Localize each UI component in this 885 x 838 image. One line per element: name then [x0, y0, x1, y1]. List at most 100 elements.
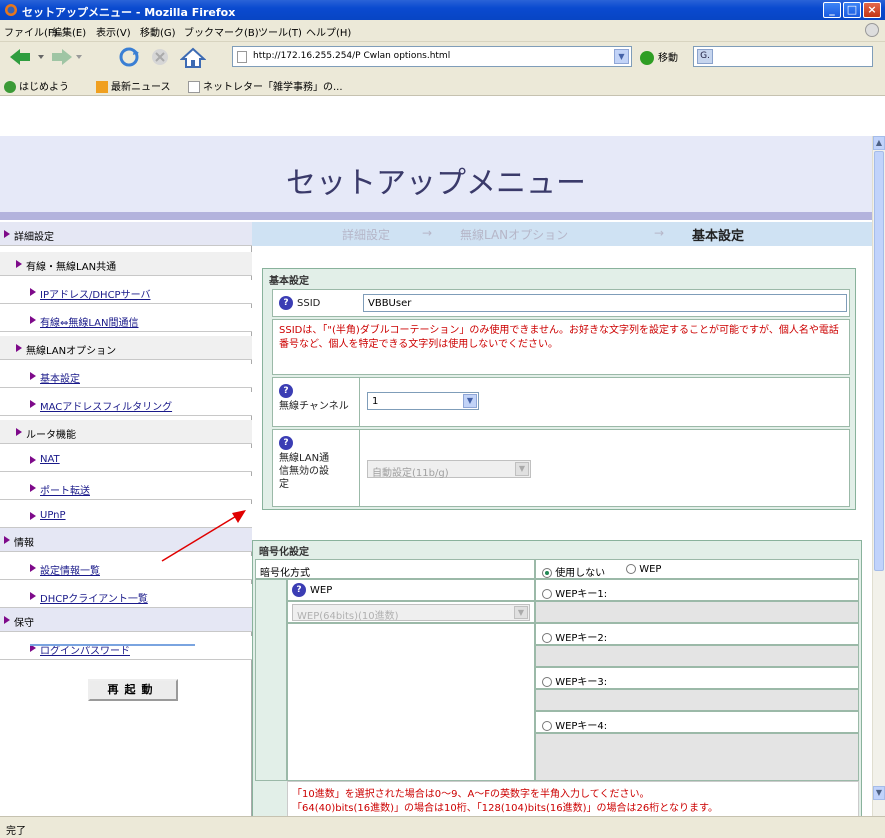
radio-icon	[542, 677, 552, 687]
triangle-icon	[30, 484, 36, 492]
back-arrow-icon[interactable]	[8, 47, 48, 67]
help-icon[interactable]: ?	[279, 296, 293, 310]
chevron-down-icon: ▼	[515, 462, 529, 476]
url-dropdown-icon[interactable]: ▼	[614, 49, 629, 64]
chevron-down-icon: ▼	[514, 606, 528, 619]
stop-icon[interactable]	[150, 47, 170, 67]
page-title: セットアップメニュー	[286, 166, 586, 201]
ssid-input[interactable]: VBBUser	[363, 294, 847, 312]
radio-icon	[626, 564, 636, 574]
breadcrumb: 詳細設定 → 無線LANオプション → 基本設定	[252, 222, 872, 246]
scroll-down-icon[interactable]: ▼	[873, 786, 885, 800]
minimize-button[interactable]: _	[823, 2, 841, 18]
cell-divider	[359, 430, 360, 506]
wep-key3-radio[interactable]: WEPキー3:	[542, 673, 607, 688]
menu-tools[interactable]: ツール(T)	[258, 24, 302, 39]
ssid-note: SSIDは、「"(半角)ダブルコーテーション」のみ使用できません。お好きな文字列…	[279, 325, 839, 350]
help-icon[interactable]: ?	[279, 436, 293, 450]
triangle-icon	[30, 592, 36, 600]
maximize-button[interactable]: □	[843, 2, 861, 18]
menu-help[interactable]: ヘルプ(H)	[306, 24, 351, 39]
go-button[interactable]: 移動	[640, 49, 678, 65]
sidebar-divider	[30, 644, 195, 646]
wep-key4-radio[interactable]: WEPキー4:	[542, 717, 607, 732]
breadcrumb-wlan-options[interactable]: 無線LANオプション	[460, 226, 568, 243]
radio-icon	[542, 568, 552, 578]
status-bar: 完了	[0, 816, 885, 838]
scroll-up-icon[interactable]: ▲	[873, 136, 885, 150]
wep-key2-radio[interactable]: WEPキー2:	[542, 629, 607, 644]
bookmark-item[interactable]: ネットレター「雑学事務」の...	[188, 78, 343, 93]
radio-wep[interactable]: WEP	[626, 564, 661, 575]
triangle-icon	[16, 428, 22, 436]
wep-type-select: WEP(64bits)(10進数) ▼	[292, 604, 530, 622]
sidebar-item-nat[interactable]: NAT	[0, 448, 252, 472]
rate-row: ? 無線LAN通信無効の設定 自動設定(11b/g) ▼	[272, 429, 850, 507]
sidebar-item-mac-filter[interactable]: MACアドレスフィルタリング	[0, 392, 252, 416]
throbber-icon	[865, 23, 879, 37]
sidebar-item-dhcp-clients[interactable]: DHCPクライアント一覧	[0, 584, 252, 608]
go-icon	[640, 51, 654, 65]
encryption-section: 暗号化設定 暗号化方式 使用しない WEP ? WEP WEP(64bits)(…	[252, 540, 862, 816]
channel-row: ? 無線チャンネル 1 ▼	[272, 377, 850, 427]
encryption-note-1: 「10進数」を選択された場合は0～9、A～Fの英数字を半角入力してください。	[292, 789, 650, 800]
triangle-icon	[30, 400, 36, 408]
sidebar-item-login-password[interactable]: ログインパスワード	[0, 636, 252, 660]
basic-settings-section: 基本設定 ? SSID VBBUser SSIDは、「"(半角)ダブルコーテーシ…	[262, 268, 856, 510]
window-titlebar: セットアップメニュー - Mozilla Firefox _ □ ×	[0, 0, 885, 20]
navigation-toolbar: http://172.16.255.254/P Cwlan options.ht…	[0, 42, 885, 72]
channel-select[interactable]: 1 ▼	[367, 392, 479, 410]
wep-select-cell: WEP(64bits)(10進数) ▼	[287, 601, 535, 623]
wep-label-cell: ? WEP	[287, 579, 535, 601]
search-input[interactable]: G.	[693, 46, 873, 67]
sidebar-item-advanced[interactable]: 詳細設定	[0, 222, 252, 246]
go-label: 移動	[658, 53, 678, 64]
page-icon	[237, 51, 247, 63]
home-icon[interactable]	[180, 47, 206, 69]
wep-key1-row: WEPキー1:	[535, 579, 859, 601]
sidebar-item-basic[interactable]: 基本設定	[0, 364, 252, 388]
wep-key3-row: WEPキー3:	[535, 667, 859, 689]
sidebar-item-common[interactable]: 有線・無線LAN共通	[0, 252, 252, 276]
cell-divider	[359, 378, 360, 426]
radio-icon	[542, 721, 552, 731]
help-icon[interactable]: ?	[292, 583, 306, 597]
bookmark-item[interactable]: はじめよう	[4, 78, 69, 93]
wep-key4-input	[535, 733, 859, 781]
sidebar-item-port-forward[interactable]: ポート転送	[0, 476, 252, 500]
help-icon[interactable]: ?	[279, 384, 293, 398]
reboot-button[interactable]: 再起動	[88, 679, 178, 701]
menu-view[interactable]: 表示(V)	[96, 24, 131, 39]
vertical-scrollbar[interactable]: ▲ ▼	[872, 136, 885, 816]
menu-go[interactable]: 移動(G)	[140, 24, 176, 39]
close-button[interactable]: ×	[863, 2, 881, 18]
triangle-icon	[30, 288, 36, 296]
breadcrumb-arrow: →	[422, 226, 433, 240]
triangle-icon	[30, 316, 36, 324]
method-label-cell: 暗号化方式	[255, 559, 535, 579]
forward-arrow-icon[interactable]	[50, 47, 84, 67]
triangle-icon	[30, 372, 36, 380]
wep-label: WEP	[310, 585, 333, 596]
scroll-thumb[interactable]	[874, 151, 884, 571]
sidebar-item-router[interactable]: ルータ機能	[0, 420, 252, 444]
section-legend: 基本設定	[269, 276, 309, 287]
sidebar-item-wlan-options[interactable]: 無線LANオプション	[0, 336, 252, 360]
breadcrumb-current: 基本設定	[692, 229, 745, 244]
sidebar-item-ip-dhcp[interactable]: IPアドレス/DHCPサーバ	[0, 280, 252, 304]
wep-key1-radio[interactable]: WEPキー1:	[542, 585, 607, 600]
menu-file[interactable]: ファイル(F)	[4, 24, 58, 39]
reload-icon[interactable]	[118, 47, 140, 67]
sidebar-item-maintenance[interactable]: 保守	[0, 608, 252, 632]
triangle-icon	[16, 260, 22, 268]
menu-bookmarks[interactable]: ブックマーク(B)	[184, 24, 259, 39]
menu-edit[interactable]: 編集(E)	[52, 24, 86, 39]
search-engine-icon[interactable]: G.	[697, 49, 713, 64]
url-bar[interactable]: http://172.16.255.254/P Cwlan options.ht…	[232, 46, 632, 67]
sidebar-item-wired-wireless[interactable]: 有線⇔無線LAN間通信	[0, 308, 252, 332]
breadcrumb-advanced[interactable]: 詳細設定	[342, 226, 390, 243]
radio-none[interactable]: 使用しない	[542, 564, 605, 579]
bookmarks-toolbar: はじめよう 最新ニュース ネットレター「雑学事務」の...	[0, 72, 885, 96]
bookmark-item[interactable]: 最新ニュース	[96, 78, 171, 93]
triangle-icon	[4, 616, 10, 624]
